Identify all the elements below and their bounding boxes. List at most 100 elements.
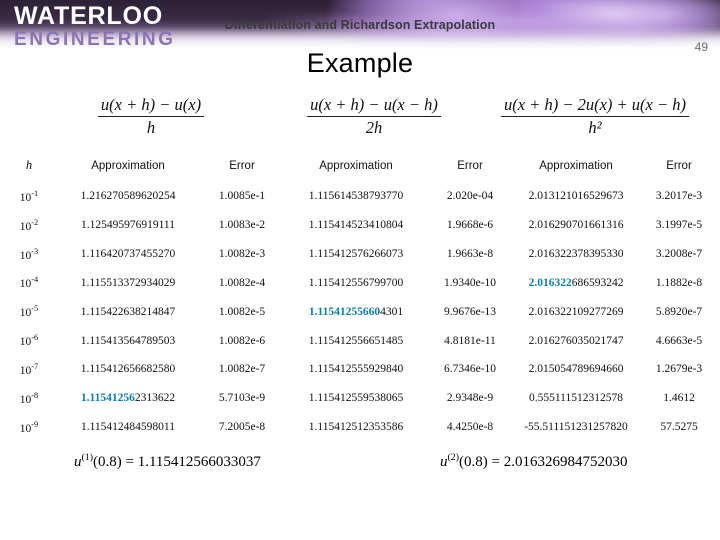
second-derivative-value: (0.8) = 2.016326984752030 xyxy=(459,454,628,470)
table-row: 10-8 1.115412562313622 5.7103e-9 1.11541255… xyxy=(0,384,720,413)
cell-error-2: 6.7346e-10 xyxy=(443,363,497,376)
results-table: h Approximation Error Approximation Erro… xyxy=(0,158,720,441)
cell-h-value: 10-3 xyxy=(19,246,39,262)
second-derivative-variable: u xyxy=(440,454,448,470)
table-row: 10-5 1.115422638214847 1.0082e-5 1.11541255… xyxy=(0,297,720,326)
h-exponent: -8 xyxy=(31,390,39,400)
cell-error-2: 1.9668e-6 xyxy=(446,219,494,232)
formula-numerator: u(x + h) − u(x − h) xyxy=(307,95,441,117)
table-row: 10-9 1.115412484598011 7.2005e-8 1.11541251… xyxy=(0,413,720,442)
first-derivative-result: u(1)(0.8) = 1.115412566033037 xyxy=(74,452,261,471)
cell-error-1: 1.0082e-7 xyxy=(218,363,266,376)
table-row: 10-3 1.116420737455270 1.0082e-3 1.11541257… xyxy=(0,240,720,269)
formula-centered-difference: u(x + h) − u(x − h) 2h xyxy=(268,95,480,138)
cell-error-1: 1.0082e-3 xyxy=(218,248,266,261)
formula-numerator: u(x + h) − u(x) xyxy=(97,95,205,117)
cell-approximation-2: 1.115412559538065 xyxy=(308,392,404,405)
cell-approximation-3: 2.016322686593242 xyxy=(528,276,624,289)
h-exponent: -2 xyxy=(31,217,39,227)
page-title: Example xyxy=(306,48,414,78)
cell-h-value: 10-9 xyxy=(19,419,39,435)
cell-approximation-2: 1.115412555929840 xyxy=(308,363,404,376)
formula-second-derivative: u(x + h) − 2u(x) + u(x − h) h² xyxy=(476,95,714,138)
cell-approximation-3: 2.015054789694660 xyxy=(528,363,624,376)
h-exponent: -5 xyxy=(31,304,39,314)
highlighted-digits: 2.016322 xyxy=(528,276,572,289)
cell-error-1: 1.0082e-4 xyxy=(218,276,266,289)
cell-approximation-2: 1.115412556651485 xyxy=(308,334,404,347)
cell-approximation-1: 1.125495976919111 xyxy=(80,219,176,232)
h-exponent: -1 xyxy=(31,189,39,198)
cell-h-value: 10-8 xyxy=(19,390,39,406)
cell-approximation-3: -55.511151231257820 xyxy=(524,421,628,434)
cell-approximation-3: 0.555111512312578 xyxy=(528,392,624,405)
cell-error-1: 1.0083e-2 xyxy=(218,219,266,232)
column-header-h: h xyxy=(25,158,33,172)
cell-approximation-1: 1.115513372934029 xyxy=(80,276,176,289)
highlighted-digits: 1.11541256 xyxy=(80,392,135,405)
cell-approximation-3: 2.016322109277269 xyxy=(528,305,624,318)
column-header-error-3: Error xyxy=(666,159,692,172)
formula-denominator: h² xyxy=(588,117,602,137)
table-header: h Approximation Error Approximation Erro… xyxy=(0,158,720,182)
cell-approximation-1: 1.115413564789503 xyxy=(80,334,176,347)
table-row: 10-2 1.125495976919111 1.0083e-2 1.11541452… xyxy=(0,211,720,240)
cell-h-value: 10-2 xyxy=(19,217,39,233)
cell-h-value: 10-4 xyxy=(19,275,39,291)
formula-row: u(x + h) − u(x) h u(x + h) − u(x − h) 2h… xyxy=(0,95,720,154)
cell-error-2: 9.9676e-13 xyxy=(443,305,497,318)
h-exponent: -4 xyxy=(31,275,39,285)
column-header-error-1: Error xyxy=(229,159,255,172)
cell-error-3: 3.2008e-7 xyxy=(655,248,703,261)
cell-approximation-2: 1.115614538793770 xyxy=(308,190,404,203)
table-header-row: h Approximation Error Approximation Erro… xyxy=(0,158,720,182)
cell-error-2: 4.4250e-8 xyxy=(446,421,494,434)
first-derivative-variable: u xyxy=(74,454,82,470)
cell-error-3: 1.4612 xyxy=(663,392,695,405)
h-exponent: -6 xyxy=(31,333,39,343)
fraction: u(x + h) − u(x) h xyxy=(97,95,205,138)
cell-error-3: 3.1997e-5 xyxy=(655,219,703,232)
cell-approximation-2: 1.115414523410804 xyxy=(308,219,404,232)
cell-error-3: 1.1882e-8 xyxy=(655,276,703,289)
cell-approximation-3: 2.016322378395330 xyxy=(528,248,624,261)
second-derivative-order: (2) xyxy=(447,452,460,463)
cell-approximation-3: 2.016276035021747 xyxy=(528,334,624,347)
formula-denominator: 2h xyxy=(365,117,383,137)
formula-forward-difference: u(x + h) − u(x) h xyxy=(36,95,266,138)
slide-subtitle: Differentiation and Richardson Extrapola… xyxy=(224,18,496,32)
table-row: 10-1 1.216270589620254 1.0085e-1 1.11561453… xyxy=(0,182,720,211)
logo-line-engineering: ENGINEERING xyxy=(14,29,176,50)
fraction: u(x + h) − 2u(x) + u(x − h) h² xyxy=(501,95,689,138)
cell-error-1: 1.0082e-5 xyxy=(218,305,266,318)
cell-error-3: 1.2679e-3 xyxy=(655,363,703,376)
first-derivative-value: (0.8) = 1.115412566033037 xyxy=(93,454,261,470)
cell-approximation-1: 1.116420737455270 xyxy=(80,248,176,261)
fraction: u(x + h) − u(x − h) 2h xyxy=(307,95,441,138)
cell-h-value: 10-6 xyxy=(19,333,39,348)
results-table-wrapper: h Approximation Error Approximation Erro… xyxy=(0,158,720,441)
cell-h-value: 10-5 xyxy=(19,304,39,320)
cell-error-2: 1.9663e-8 xyxy=(446,248,494,261)
h-exponent: -9 xyxy=(31,419,39,429)
cell-approximation-3: 2.013121016529673 xyxy=(528,190,624,203)
formula-numerator: u(x + h) − 2u(x) + u(x − h) xyxy=(501,95,689,117)
cell-approximation-1: 1.115422638214847 xyxy=(80,305,176,318)
cell-h-value: 10-7 xyxy=(19,361,39,377)
column-header-approximation-2: Approximation xyxy=(319,159,393,172)
cell-error-3: 4.6663e-5 xyxy=(655,334,703,347)
cell-error-3: 57.5275 xyxy=(660,421,698,434)
cell-error-2: 2.020e-04 xyxy=(446,190,494,203)
column-header-approximation-1: Approximation xyxy=(91,159,165,172)
column-header-approximation-3: Approximation xyxy=(539,159,613,172)
table-row: 10-4 1.115513372934029 1.0082e-4 1.11541255… xyxy=(0,268,720,297)
cell-error-1: 1.0085e-1 xyxy=(218,190,266,203)
table-body: 10-1 1.216270589620254 1.0085e-1 1.11561453… xyxy=(0,182,720,441)
second-derivative-result: u(2)(0.8) = 2.016326984752030 xyxy=(440,452,627,471)
cell-error-1: 5.7103e-9 xyxy=(218,392,266,405)
h-exponent: -3 xyxy=(31,246,39,256)
cell-error-2: 2.9348e-9 xyxy=(446,392,494,405)
cell-approximation-2: 1.115412556604301 xyxy=(308,305,404,318)
cell-approximation-1: 1.115412656682580 xyxy=(80,363,176,376)
cell-approximation-1: 1.216270589620254 xyxy=(80,190,176,203)
